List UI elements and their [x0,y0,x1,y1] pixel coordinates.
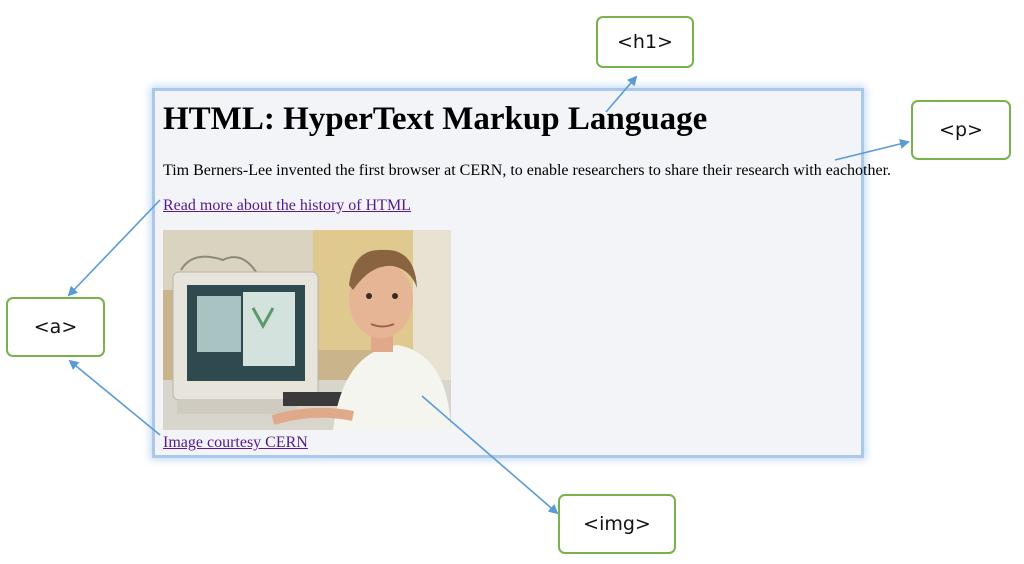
callout-a: <a> [6,297,105,357]
callout-p: <p> [911,100,1011,160]
callout-h1: <h1> [596,16,694,68]
annotated-html-diagram: HTML: HyperText Markup Language Tim Bern… [0,0,1024,564]
image-credit-link[interactable]: Image courtesy CERN [163,434,308,452]
page-paragraph: Tim Berners-Lee invented the first brows… [163,162,892,179]
arrow-a-bottom [68,359,161,436]
rendered-web-page: HTML: HyperText Markup Language Tim Bern… [152,88,891,458]
callout-img: <img> [558,494,676,554]
arrow-a-top [67,199,161,297]
history-link[interactable]: Read more about the history of HTML [163,197,411,215]
page-heading: HTML: HyperText Markup Language [163,101,708,137]
tim-berners-lee-photo [163,230,451,430]
